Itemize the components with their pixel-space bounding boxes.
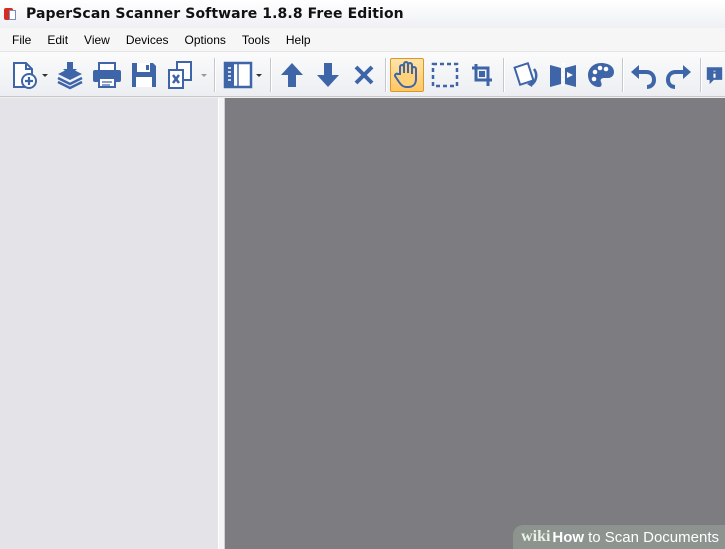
- toolbar-separator: [385, 58, 386, 92]
- arrow-up-icon: [281, 63, 303, 87]
- crop-button[interactable]: [466, 58, 498, 92]
- chevron-down-icon[interactable]: [201, 73, 207, 77]
- menu-devices[interactable]: Devices: [118, 30, 177, 50]
- save-button[interactable]: [128, 58, 160, 92]
- select-icon: [431, 62, 459, 88]
- export-button[interactable]: [164, 58, 208, 92]
- acquire-icon: [57, 62, 83, 90]
- info-button[interactable]: [704, 58, 725, 92]
- new-page-icon: [13, 62, 37, 89]
- print-button[interactable]: [90, 58, 124, 92]
- export-icon: [168, 61, 192, 89]
- info-icon: [706, 67, 723, 85]
- document-viewer[interactable]: [225, 98, 725, 549]
- menu-file[interactable]: File: [4, 30, 39, 50]
- menu-options[interactable]: Options: [177, 30, 234, 50]
- thumbnail-panel[interactable]: [0, 98, 218, 549]
- acquire-button[interactable]: [54, 58, 86, 92]
- print-icon: [93, 62, 121, 88]
- new-page-button[interactable]: [8, 58, 50, 92]
- arrow-down-icon: [317, 63, 339, 87]
- select-tool-button[interactable]: [428, 58, 462, 92]
- mirror-button[interactable]: [546, 58, 580, 92]
- watermark-how: How: [552, 528, 585, 546]
- menu-help[interactable]: Help: [278, 30, 319, 50]
- watermark-title: to Scan Documents: [588, 528, 719, 546]
- watermark-brand: wiki: [521, 528, 551, 545]
- move-up-button[interactable]: [276, 58, 308, 92]
- layout-button[interactable]: [220, 58, 264, 92]
- move-down-button[interactable]: [312, 58, 344, 92]
- redo-icon: [665, 65, 691, 89]
- rotate-button[interactable]: [508, 58, 542, 92]
- toolbar-separator: [622, 58, 623, 92]
- layout-icon: [223, 61, 253, 89]
- mirror-icon: [550, 63, 576, 87]
- delete-icon: [354, 65, 374, 85]
- redo-button[interactable]: [662, 58, 696, 92]
- rotate-icon: [513, 62, 538, 87]
- toolbar-separator: [214, 58, 215, 92]
- toolbar: [0, 52, 725, 97]
- hand-tool-button[interactable]: [390, 58, 424, 92]
- save-icon: [132, 63, 156, 87]
- toolbar-separator: [503, 58, 504, 92]
- menu-bar: File Edit View Devices Options Tools Hel…: [0, 28, 725, 52]
- panel-splitter[interactable]: [218, 98, 225, 549]
- title-bar: PaperScan Scanner Software 1.8.8 Free Ed…: [0, 0, 725, 28]
- palette-icon: [588, 63, 614, 87]
- menu-view[interactable]: View: [76, 30, 118, 50]
- menu-tools[interactable]: Tools: [234, 30, 278, 50]
- chevron-down-icon[interactable]: [256, 73, 262, 77]
- toolbar-separator: [700, 58, 701, 92]
- delete-button[interactable]: [348, 58, 380, 92]
- undo-button[interactable]: [626, 58, 660, 92]
- toolbar-separator: [270, 58, 271, 92]
- chevron-down-icon[interactable]: [42, 73, 48, 77]
- crop-icon: [472, 64, 492, 86]
- wikihow-watermark: wiki How to Scan Documents: [513, 525, 725, 549]
- app-logo-icon: [4, 7, 18, 21]
- hand-icon: [394, 61, 417, 88]
- menu-edit[interactable]: Edit: [39, 30, 76, 50]
- color-adjust-button[interactable]: [584, 58, 618, 92]
- window-title: PaperScan Scanner Software 1.8.8 Free Ed…: [26, 6, 404, 22]
- undo-icon: [631, 65, 657, 89]
